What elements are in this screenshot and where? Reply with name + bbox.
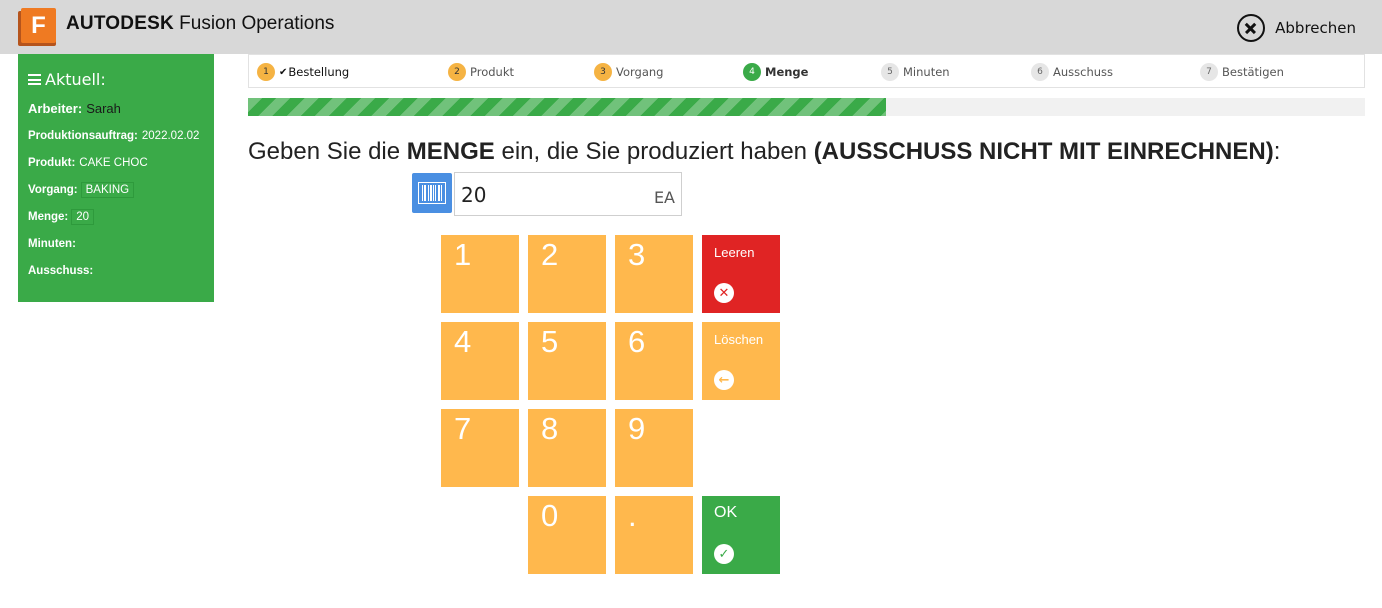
info-row-operation: Vorgang: BAKING — [28, 176, 204, 203]
info-value: 2022.02.02 — [141, 129, 200, 142]
arrow-left-icon: ← — [714, 370, 734, 390]
prompt-text: Geben Sie die — [248, 138, 407, 165]
step-quantity[interactable]: 4 Menge — [743, 63, 808, 81]
clear-label: Leeren — [714, 245, 755, 260]
check-icon: ✔ — [279, 66, 288, 78]
info-row-worker: Arbeiter: Sarah — [28, 95, 204, 122]
checkmark-icon: ✓ — [714, 544, 734, 564]
quantity-prompt: Geben Sie die MENGE ein, die Sie produzi… — [248, 138, 1280, 166]
info-value: BAKING — [80, 181, 135, 198]
panel-title: Aktuell: — [28, 70, 204, 89]
info-row-product: Produkt: CAKE CHOC — [28, 149, 204, 176]
key-label: 8 — [541, 411, 559, 446]
step-confirm[interactable]: 7 Bestätigen — [1200, 63, 1284, 81]
step-number: 7 — [1200, 63, 1218, 81]
key-label: 1 — [454, 237, 472, 272]
info-value: CAKE CHOC — [79, 156, 148, 169]
step-product[interactable]: 2 Produkt — [448, 63, 514, 81]
key-label: 9 — [628, 411, 646, 446]
key-label: 4 — [454, 324, 472, 359]
key-6[interactable]: 6 — [615, 322, 693, 400]
progress-bar — [248, 98, 1365, 116]
key-decimal[interactable]: . — [615, 496, 693, 574]
clear-button[interactable]: Leeren ✕ — [702, 235, 780, 313]
key-label: 6 — [628, 324, 646, 359]
key-8[interactable]: 8 — [528, 409, 606, 487]
key-1[interactable]: 1 — [441, 235, 519, 313]
info-label: Arbeiter: — [28, 101, 83, 116]
step-scrap[interactable]: 6 Ausschuss — [1031, 63, 1113, 81]
key-4[interactable]: 4 — [441, 322, 519, 400]
step-minutes[interactable]: 5 Minuten — [881, 63, 950, 81]
app-brand: AUTODESK Fusion Operations — [66, 13, 334, 35]
info-label: Ausschuss: — [28, 264, 94, 277]
key-3[interactable]: 3 — [615, 235, 693, 313]
close-circle-icon — [1237, 14, 1266, 42]
info-row-scrap: Ausschuss: — [28, 257, 204, 284]
ok-label: OK — [714, 504, 738, 521]
step-label: Vorgang — [616, 65, 664, 79]
key-7[interactable]: 7 — [441, 409, 519, 487]
wizard-steps: 1 ✔ Bestellung 2 Produkt 3 Vorgang 4 Men… — [248, 54, 1365, 88]
key-label: 3 — [628, 237, 646, 272]
info-label: Vorgang: — [28, 183, 78, 196]
top-bar: F AUTODESK Fusion Operations Abbrechen — [0, 0, 1382, 54]
brand-name: Fusion Operations — [179, 13, 335, 34]
step-number: 3 — [594, 63, 612, 81]
info-label: Produkt: — [28, 156, 76, 169]
delete-label: Löschen — [714, 332, 764, 347]
cancel-button[interactable]: Abbrechen — [1237, 14, 1356, 42]
info-value: 20 — [71, 208, 95, 225]
step-operation[interactable]: 3 Vorgang — [594, 63, 663, 81]
prompt-text: ein, die Sie produziert haben — [494, 138, 814, 165]
ok-button[interactable]: OK ✓ — [702, 496, 780, 574]
step-label: Menge — [765, 65, 809, 79]
panel-title-text: Aktuell: — [45, 70, 106, 89]
step-label: Ausschuss — [1053, 65, 1114, 79]
menu-icon — [28, 74, 41, 85]
step-label: Bestätigen — [1222, 65, 1284, 79]
key-5[interactable]: 5 — [528, 322, 606, 400]
step-label: Produkt — [470, 65, 515, 79]
barcode-scan-button[interactable] — [412, 173, 452, 213]
key-9[interactable]: 9 — [615, 409, 693, 487]
info-row-minutes: Minuten: — [28, 230, 204, 257]
step-order[interactable]: 1 ✔ Bestellung — [257, 63, 349, 81]
key-label: 2 — [541, 237, 559, 272]
key-0[interactable]: 0 — [528, 496, 606, 574]
key-label: 0 — [541, 498, 559, 533]
info-row-quantity: Menge: 20 — [28, 203, 204, 230]
delete-button[interactable]: Löschen ← — [702, 322, 780, 400]
fusion-logo-icon: F — [18, 8, 56, 46]
step-number: 6 — [1031, 63, 1049, 81]
cancel-label: Abbrechen — [1275, 19, 1356, 37]
quantity-input[interactable] — [461, 183, 641, 207]
prompt-emphasis: MENGE — [406, 138, 495, 165]
info-value: Sarah — [86, 101, 121, 116]
info-label: Produktionsauftrag: — [28, 129, 138, 142]
step-number: 2 — [448, 63, 466, 81]
info-label: Minuten: — [28, 237, 76, 250]
brand-bold: AUTODESK — [66, 13, 174, 34]
current-info-panel: Aktuell: Arbeiter: Sarah Produktionsauft… — [18, 54, 214, 302]
quantity-field[interactable]: EA — [454, 172, 682, 216]
prompt-emphasis: (AUSSCHUSS NICHT MIT EINRECHNEN) — [813, 138, 1274, 165]
info-label: Menge: — [28, 210, 69, 223]
step-label: Minuten — [903, 65, 950, 79]
prompt-text: : — [1273, 138, 1281, 165]
step-number: 5 — [881, 63, 899, 81]
clear-x-icon: ✕ — [714, 283, 734, 303]
progress-fill — [248, 98, 886, 116]
key-label: 5 — [541, 324, 559, 359]
step-label: Bestellung — [288, 65, 350, 79]
unit-label: EA — [653, 188, 675, 207]
key-2[interactable]: 2 — [528, 235, 606, 313]
key-label: 7 — [454, 411, 472, 446]
step-number: 1 — [257, 63, 275, 81]
barcode-icon — [418, 182, 446, 204]
info-row-order: Produktionsauftrag: 2022.02.02 — [28, 122, 204, 149]
step-number: 4 — [743, 63, 761, 81]
key-label: . — [628, 498, 637, 533]
